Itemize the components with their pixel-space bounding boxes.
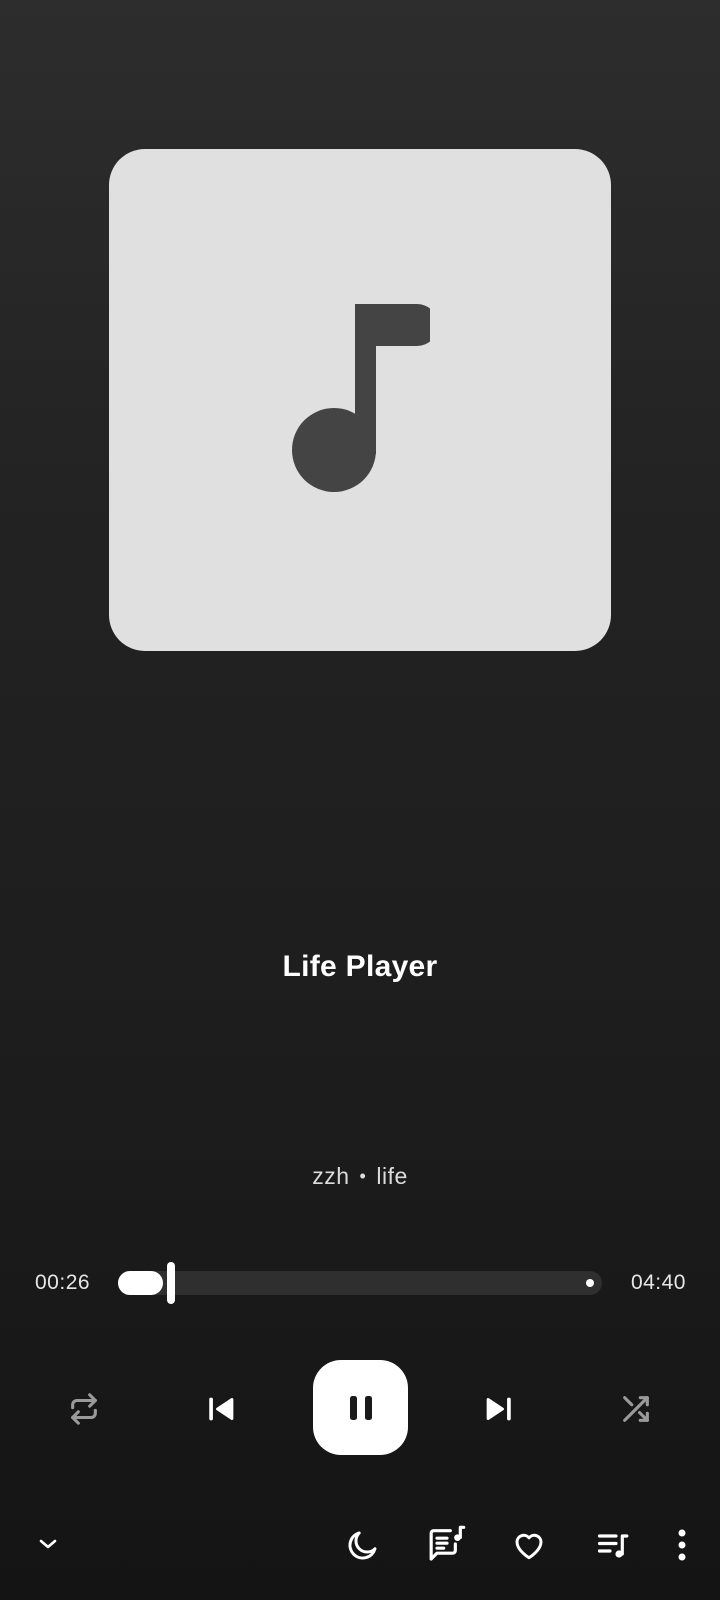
lyrics-icon	[429, 1525, 466, 1561]
music-note-icon	[292, 304, 430, 492]
more-vertical-icon	[678, 1529, 686, 1561]
artist-name[interactable]: zzh	[312, 1163, 349, 1189]
previous-button[interactable]	[198, 1385, 246, 1433]
collapse-button[interactable]	[30, 1522, 66, 1566]
queue-button[interactable]	[590, 1522, 636, 1568]
shuffle-button[interactable]	[612, 1385, 660, 1433]
track-title: Life Player	[282, 950, 438, 983]
queue-music-icon	[597, 1534, 629, 1558]
album-name[interactable]: life	[376, 1163, 407, 1189]
skip-previous-icon	[209, 1397, 234, 1421]
favorite-button[interactable]	[506, 1522, 552, 1568]
pause-icon	[349, 1395, 372, 1420]
lyrics-button[interactable]	[423, 1520, 471, 1568]
moon-icon	[348, 1531, 377, 1560]
heart-outline-icon	[515, 1533, 543, 1560]
sleep-timer-button[interactable]	[340, 1522, 386, 1568]
track-subtitle: zzh • life	[0, 1163, 720, 1190]
seek-bar[interactable]	[118, 1262, 602, 1304]
shuffle-icon	[623, 1396, 649, 1422]
subtitle-separator: •	[359, 1166, 367, 1186]
repeat-icon	[71, 1393, 97, 1425]
skip-next-icon	[486, 1397, 511, 1421]
more-options-button[interactable]	[664, 1522, 700, 1568]
chevron-down-icon	[39, 1539, 57, 1549]
repeat-button[interactable]	[60, 1385, 108, 1433]
album-artwork	[109, 149, 611, 651]
total-duration: 04:40	[630, 1271, 686, 1294]
seek-bar-end-dot	[586, 1279, 594, 1287]
seek-bar-fill	[118, 1271, 163, 1295]
pause-button[interactable]	[313, 1360, 408, 1455]
next-button[interactable]	[474, 1385, 522, 1433]
elapsed-time: 00:26	[35, 1271, 91, 1294]
seek-bar-thumb[interactable]	[167, 1262, 175, 1304]
